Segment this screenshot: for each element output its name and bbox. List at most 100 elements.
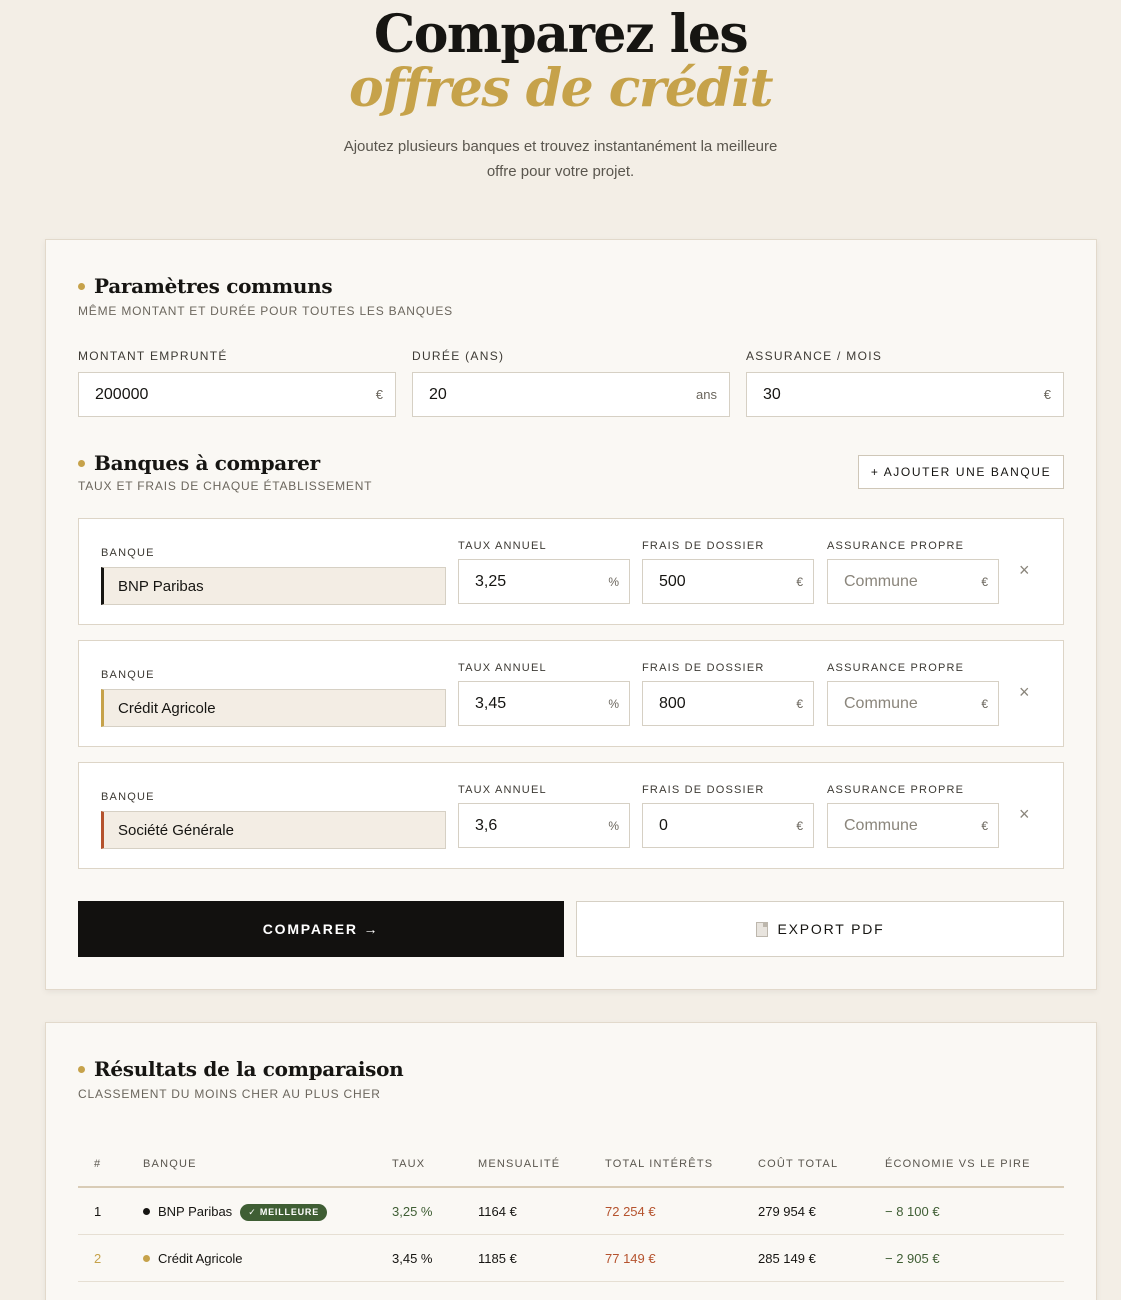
row-total: 279 954 € bbox=[758, 1204, 816, 1219]
insurance-field[interactable]: 30 € bbox=[746, 372, 1064, 417]
row-monthly: 1185 € bbox=[478, 1251, 517, 1266]
bullet-dot-icon bbox=[78, 282, 85, 290]
rate-label: TAUX ANNUEL bbox=[458, 662, 547, 674]
page-subtitle: Ajoutez plusieurs banques et trouvez ins… bbox=[0, 134, 1121, 184]
results-section-title: Résultats de la comparaison bbox=[78, 1057, 404, 1081]
remove-bank-close-icon[interactable]: × bbox=[1019, 561, 1030, 579]
duration-value: 20 bbox=[429, 385, 447, 403]
fees-input[interactable]: 500 € bbox=[642, 559, 814, 604]
years-unit: ans bbox=[696, 387, 717, 402]
col-bank: BANQUE bbox=[143, 1158, 197, 1170]
amount-label: MONTANT EMPRUNTÉ bbox=[78, 349, 228, 363]
bank-color-dot-icon bbox=[143, 1208, 150, 1216]
parameters-card: Paramètres communs MÊME MONTANT ET DURÉE… bbox=[45, 239, 1097, 990]
row-interest: 72 254 € bbox=[605, 1204, 656, 1219]
rate-input[interactable]: 3,45 % bbox=[458, 681, 630, 726]
bank-row: BANQUE BNP Paribas TAUX ANNUEL 3,25 % FR… bbox=[78, 518, 1064, 625]
row-bank-name: Crédit Agricole bbox=[158, 1251, 243, 1266]
remove-bank-close-icon[interactable]: × bbox=[1019, 683, 1030, 701]
hero: Comparez les offres de crédit Ajoutez pl… bbox=[0, 0, 1121, 239]
own-insurance-placeholder: Commune bbox=[844, 572, 918, 590]
bank-row: BANQUE Société Générale TAUX ANNUEL 3,6 … bbox=[78, 762, 1064, 869]
bank-name-input[interactable]: BNP Paribas bbox=[101, 567, 446, 605]
row-saving: − 8 100 € bbox=[885, 1204, 940, 1219]
euro-unit: € bbox=[981, 696, 988, 711]
export-pdf-button[interactable]: EXPORT PDF bbox=[576, 901, 1064, 957]
page-subtitle-line1: Ajoutez plusieurs banques et trouvez ins… bbox=[343, 138, 778, 155]
own-insurance-input[interactable]: Commune € bbox=[827, 681, 999, 726]
compare-button[interactable]: COMPARER → bbox=[78, 901, 564, 957]
fees-label: FRAIS DE DOSSIER bbox=[642, 784, 765, 796]
bank-name-label: BANQUE bbox=[101, 547, 155, 559]
bank-row: BANQUE Crédit Agricole TAUX ANNUEL 3,45 … bbox=[78, 640, 1064, 747]
amount-field[interactable]: 200000 € bbox=[78, 372, 396, 417]
col-monthly: MENSUALITÉ bbox=[478, 1158, 561, 1170]
banks-section-title: Banques à comparer bbox=[78, 451, 320, 475]
table-row: 1 BNP Paribas ✓ MEILLEURE 3,25 % 1164 € 7… bbox=[78, 1188, 1064, 1235]
rate-input[interactable]: 3,25 % bbox=[458, 559, 630, 604]
euro-unit: € bbox=[375, 387, 383, 402]
bank-color-dot-icon bbox=[143, 1255, 150, 1263]
col-rate: TAUX bbox=[392, 1158, 426, 1170]
own-insurance-input[interactable]: Commune € bbox=[827, 559, 999, 604]
row-bank: Crédit Agricole bbox=[143, 1251, 243, 1266]
row-total: 285 149 € bbox=[758, 1251, 816, 1266]
results-card: Résultats de la comparaison CLASSEMENT D… bbox=[45, 1022, 1097, 1300]
row-monthly: 1164 € bbox=[478, 1204, 517, 1219]
bullet-dot-icon bbox=[78, 1065, 85, 1073]
bank-name-input[interactable]: Crédit Agricole bbox=[101, 689, 446, 727]
col-saving: ÉCONOMIE VS LE PIRE bbox=[885, 1158, 1031, 1170]
bank-name-label: BANQUE bbox=[101, 791, 155, 803]
page-title-line2: offres de crédit bbox=[348, 58, 774, 119]
row-rate: 3,25 % bbox=[392, 1204, 433, 1219]
fees-input[interactable]: 800 € bbox=[642, 681, 814, 726]
rate-value: 3,45 bbox=[475, 694, 507, 712]
fees-value: 500 bbox=[659, 572, 686, 590]
fees-value: 0 bbox=[659, 816, 668, 834]
own-insurance-placeholder: Commune bbox=[844, 816, 918, 834]
rate-label: TAUX ANNUEL bbox=[458, 540, 547, 552]
params-subtitle: MÊME MONTANT ET DURÉE POUR TOUTES LES BA… bbox=[78, 304, 453, 318]
row-interest: 77 149 € bbox=[605, 1251, 656, 1266]
fees-value: 800 bbox=[659, 694, 686, 712]
fees-label: FRAIS DE DOSSIER bbox=[642, 662, 765, 674]
fees-input[interactable]: 0 € bbox=[642, 803, 814, 848]
euro-unit: € bbox=[796, 696, 803, 711]
bank-name-input[interactable]: Société Générale bbox=[101, 811, 446, 849]
own-insurance-input[interactable]: Commune € bbox=[827, 803, 999, 848]
percent-unit: % bbox=[608, 818, 619, 833]
row-saving: − 2 905 € bbox=[885, 1251, 940, 1266]
bank-name-label: BANQUE bbox=[101, 669, 155, 681]
page-title-line1: Comparez les bbox=[373, 4, 749, 65]
document-icon bbox=[755, 921, 768, 937]
col-total: COÛT TOTAL bbox=[758, 1158, 839, 1170]
remove-bank-close-icon[interactable]: × bbox=[1019, 805, 1030, 823]
own-insurance-placeholder: Commune bbox=[844, 694, 918, 712]
results-title: Résultats de la comparaison bbox=[94, 1057, 404, 1081]
rate-value: 3,25 bbox=[475, 572, 507, 590]
percent-unit: % bbox=[608, 574, 619, 589]
table-header: # BANQUE TAUX MENSUALITÉ TOTAL INTÉRÊTS … bbox=[78, 1151, 1064, 1188]
row-rank: 1 bbox=[94, 1204, 102, 1219]
amount-value: 200000 bbox=[95, 385, 149, 403]
euro-unit: € bbox=[796, 574, 803, 589]
rate-input[interactable]: 3,6 % bbox=[458, 803, 630, 848]
export-pdf-label: EXPORT PDF bbox=[777, 921, 885, 937]
own-insurance-label: ASSURANCE PROPRE bbox=[827, 540, 965, 552]
add-bank-button[interactable]: + AJOUTER UNE BANQUE bbox=[858, 455, 1064, 489]
own-insurance-label: ASSURANCE PROPRE bbox=[827, 662, 965, 674]
results-table: # BANQUE TAUX MENSUALITÉ TOTAL INTÉRÊTS … bbox=[78, 1151, 1064, 1282]
params-section-title: Paramètres communs bbox=[78, 274, 333, 298]
params-title: Paramètres communs bbox=[94, 274, 333, 298]
row-rank: 2 bbox=[94, 1251, 102, 1266]
insurance-label: ASSURANCE / MOIS bbox=[746, 349, 883, 363]
row-rate: 3,45 % bbox=[392, 1251, 433, 1266]
row-bank-name: BNP Paribas bbox=[158, 1204, 233, 1219]
own-insurance-label: ASSURANCE PROPRE bbox=[827, 784, 965, 796]
duration-field[interactable]: 20 ans bbox=[412, 372, 730, 417]
euro-unit: € bbox=[1043, 387, 1051, 402]
euro-unit: € bbox=[981, 818, 988, 833]
rate-value: 3,6 bbox=[475, 816, 498, 834]
euro-unit: € bbox=[981, 574, 988, 589]
results-subtitle: CLASSEMENT DU MOINS CHER AU PLUS CHER bbox=[78, 1087, 381, 1101]
